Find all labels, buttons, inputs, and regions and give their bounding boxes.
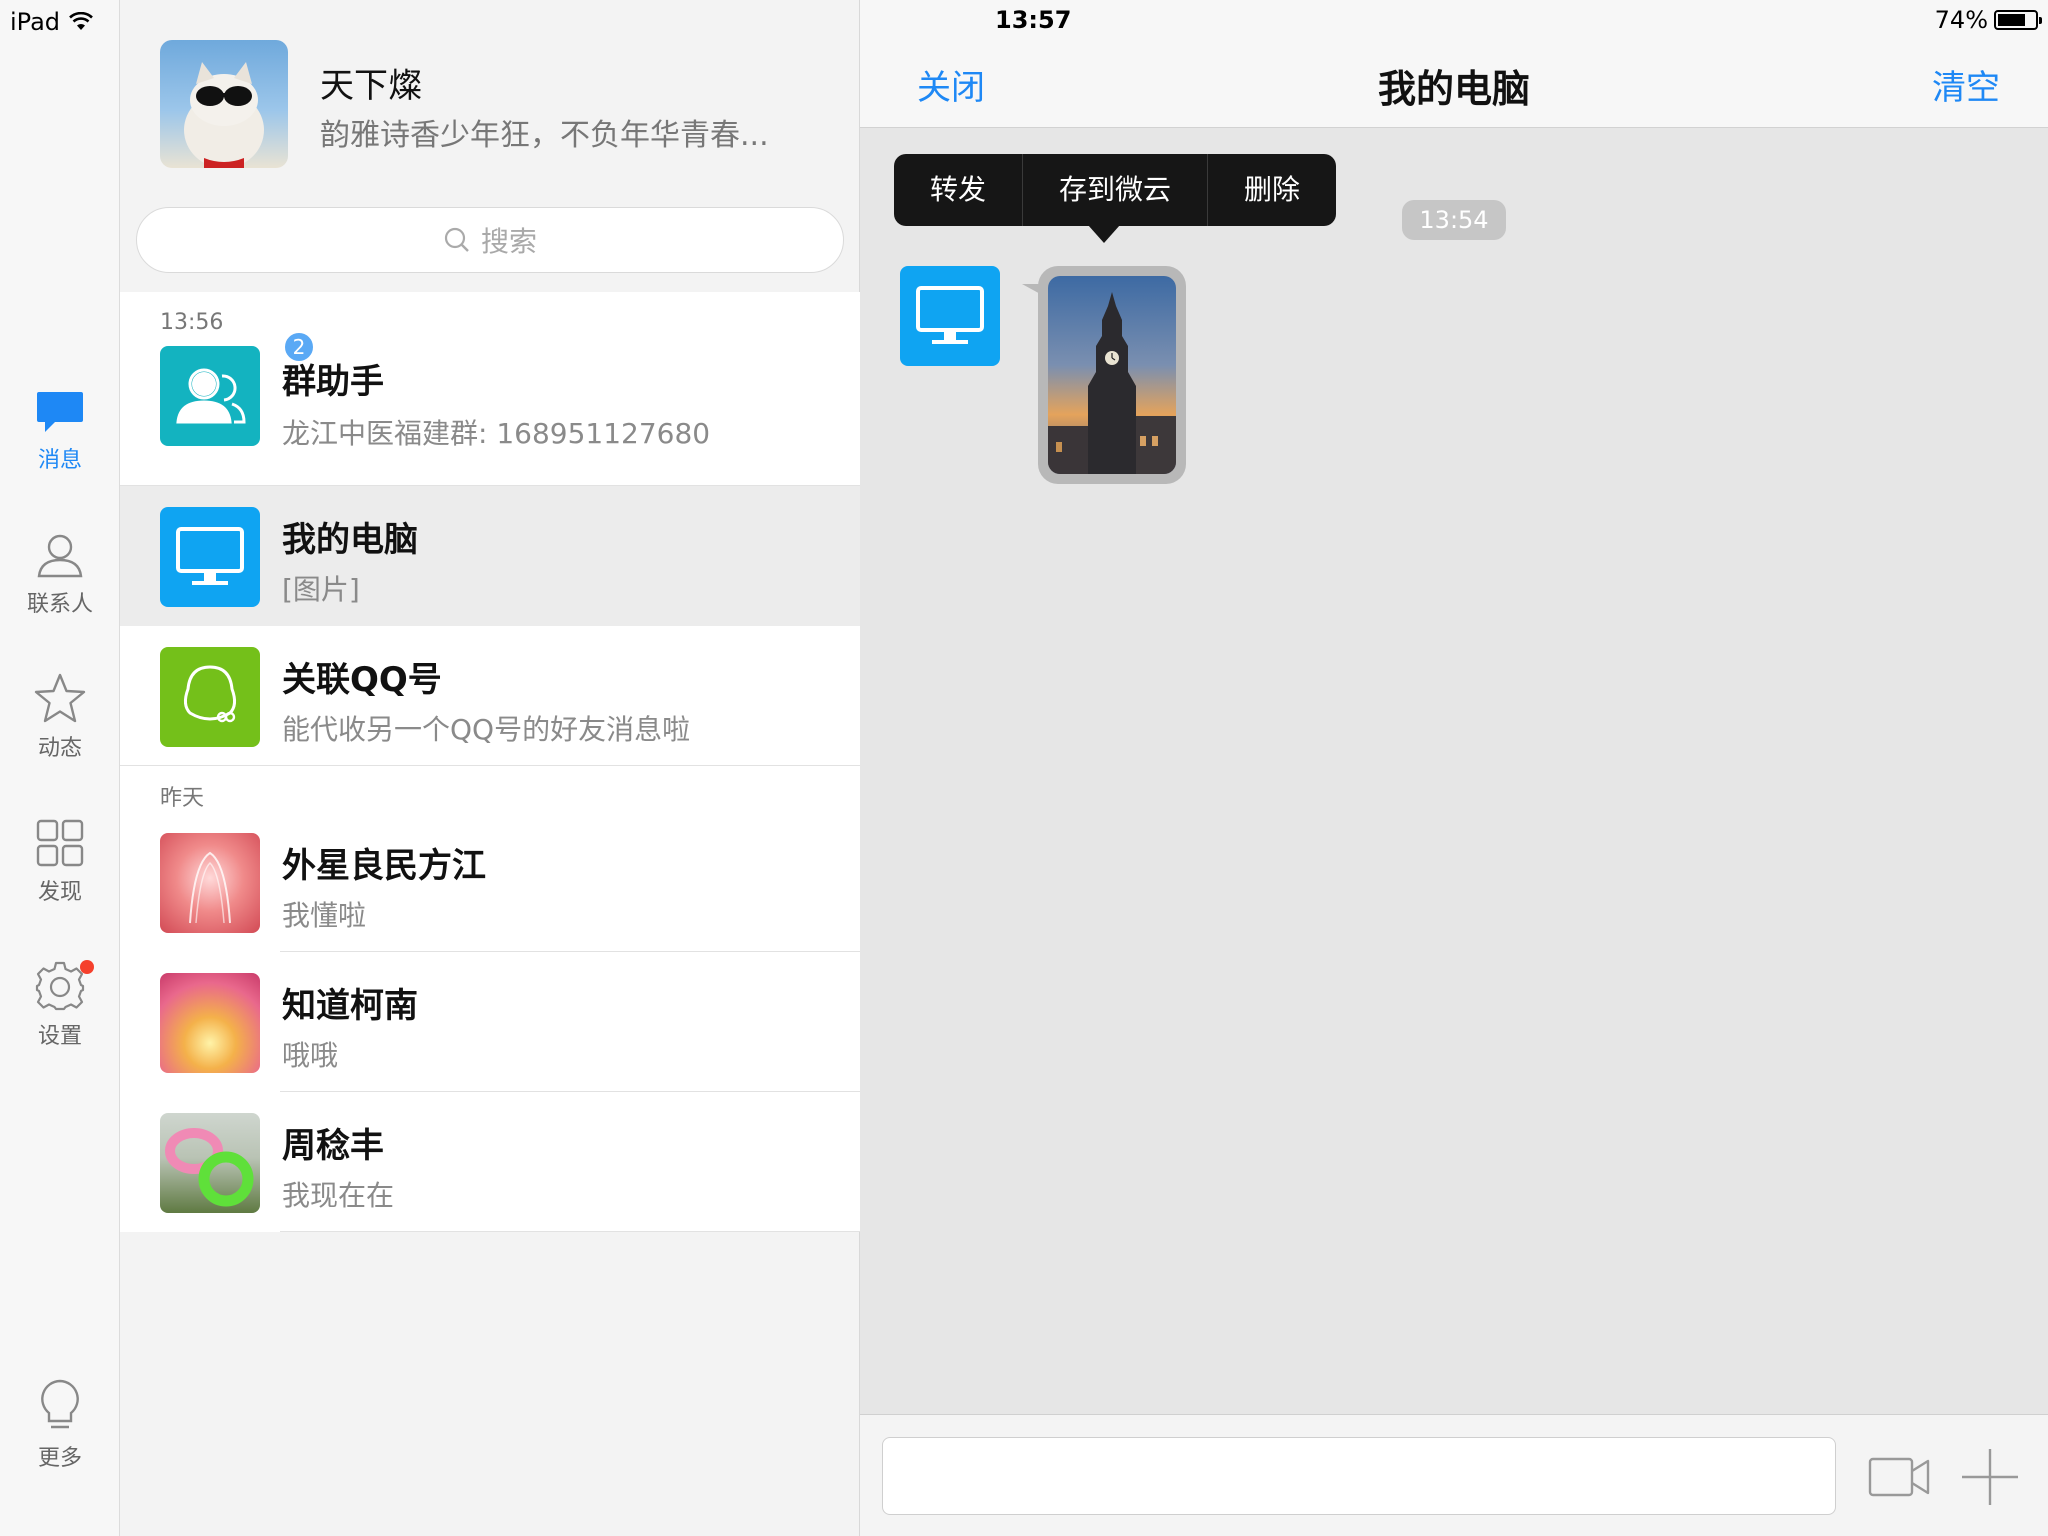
conversation-preview: 龙江中医福建群: 168951127680 — [282, 417, 711, 450]
sender-avatar[interactable] — [900, 266, 1000, 366]
chat-navigation-bar: 13:57 74% 关闭 我的电脑 清空 — [860, 0, 2048, 128]
rail-item-more[interactable]: 更多 — [0, 1378, 120, 1472]
status-battery: 74% — [1934, 6, 2042, 34]
rail-item-label: 联系人 — [26, 592, 93, 617]
conversation-name: 关联QQ号 — [282, 660, 442, 700]
status-time: 13:57 — [995, 6, 1072, 34]
conversation-item-user[interactable]: 周稔丰 我现在在 — [120, 1092, 860, 1232]
search-field[interactable]: 搜索 — [136, 207, 844, 273]
message-bubble-icon — [37, 392, 83, 432]
divider — [120, 765, 860, 766]
conversation-item-linked-qq[interactable]: 关联QQ号 能代收另一个QQ号的好友消息啦 — [120, 626, 860, 766]
battery-percent: 74% — [1934, 6, 1988, 34]
rail-item-moments[interactable]: 动态 — [0, 672, 120, 762]
linked-qq-icon — [160, 647, 260, 747]
conversation-name: 外星良民方江 — [282, 846, 486, 886]
rail-item-contacts[interactable]: 联系人 — [0, 530, 120, 618]
rail-item-label: 更多 — [37, 1446, 82, 1471]
clock-tower-photo[interactable] — [1048, 276, 1176, 474]
lightbulb-icon — [41, 1379, 79, 1429]
user-avatar-flower — [160, 973, 260, 1073]
avatar: 2 — [160, 330, 316, 446]
device-label: iPad — [10, 8, 61, 36]
message-input-bar — [860, 1414, 2048, 1536]
battery-icon — [1994, 10, 2042, 30]
wifi-icon — [69, 12, 93, 30]
section-label-today: 13:56 — [120, 292, 860, 340]
user-avatar-rings — [160, 1113, 260, 1213]
delete-menu-item[interactable]: 删除 — [1208, 154, 1336, 226]
computer-monitor-icon — [160, 507, 260, 607]
profile-name: 天下燦 — [320, 66, 422, 106]
status-bar-left: iPad — [10, 8, 94, 36]
conversation-name: 知道柯南 — [282, 986, 418, 1026]
conversation-preview: 能代收另一个QQ号的好友消息啦 — [282, 713, 691, 746]
conversation-name: 我的电脑 — [282, 520, 418, 560]
divider — [280, 1231, 860, 1232]
group-assistant-icon — [160, 346, 260, 446]
conversation-preview: 我懂啦 — [282, 899, 367, 932]
user-profile-header[interactable]: 天下燦 韵雅诗香少年狂，不负年华青春... — [160, 40, 840, 170]
clear-button[interactable]: 清空 — [1932, 60, 2000, 109]
chat-pane: 13:57 74% 关闭 我的电脑 清空 转发 存到微云 删除 13:54 — [860, 0, 2048, 1536]
profile-signature: 韵雅诗香少年狂，不负年华青春... — [320, 118, 769, 153]
message-timestamp: 13:54 — [1402, 200, 1506, 240]
notification-dot — [80, 960, 94, 974]
conversation-item-user[interactable]: 知道柯南 哦哦 — [120, 952, 860, 1092]
rail-item-label: 设置 — [37, 1024, 82, 1049]
chat-title: 我的电脑 — [1377, 67, 1530, 111]
conversation-preview: 哦哦 — [282, 1039, 339, 1072]
rail-item-label: 消息 — [37, 448, 82, 473]
rail-item-label: 发现 — [37, 880, 82, 905]
conversation-name: 周稔丰 — [282, 1126, 384, 1166]
contact-person-icon — [37, 534, 83, 578]
profile-avatar[interactable] — [160, 40, 288, 168]
gear-icon — [35, 961, 85, 1011]
rail-item-discover[interactable]: 发现 — [0, 818, 120, 906]
conversation-item-my-computer[interactable]: 我的电脑 [图片] — [120, 486, 860, 626]
video-camera-icon[interactable] — [1868, 1455, 1930, 1499]
rail-item-settings[interactable]: 设置 — [0, 960, 120, 1050]
search-placeholder: 搜索 — [480, 225, 537, 258]
rail-item-messages[interactable]: 消息 — [0, 390, 120, 474]
search-icon — [444, 227, 469, 252]
conversation-preview: 我现在在 — [282, 1179, 395, 1212]
grid-icon — [36, 819, 84, 867]
left-navigation-rail: iPad 消息 联系人 动态 发现 设置 更多 — [0, 0, 120, 1536]
user-avatar-pink — [160, 833, 260, 933]
conversation-preview: [图片] — [282, 573, 360, 606]
save-to-weiyun-menu-item[interactable]: 存到微云 — [1023, 154, 1209, 226]
computer-monitor-icon — [916, 286, 984, 344]
message-input[interactable] — [882, 1437, 1836, 1515]
plus-icon[interactable] — [1960, 1447, 2020, 1507]
conversation-list-pane: 天下燦 韵雅诗香少年狂，不负年华青春... 搜索 13:56 2 群助手 龙江中… — [120, 0, 860, 1536]
conversation-list: 13:56 2 群助手 龙江中医福建群: 168951127680 我的电脑 [… — [120, 292, 860, 1232]
rail-item-label: 动态 — [37, 736, 82, 761]
message-context-menu: 转发 存到微云 删除 — [894, 154, 1337, 226]
unread-badge: 2 — [282, 330, 316, 364]
star-icon — [34, 673, 86, 723]
forward-menu-item[interactable]: 转发 — [894, 154, 1024, 226]
cat-with-sunglasses-image — [184, 62, 264, 168]
image-message-bubble[interactable] — [1038, 266, 1186, 484]
context-menu-arrow — [1088, 225, 1120, 243]
conversation-item-user[interactable]: 外星良民方江 我懂啦 — [120, 812, 860, 952]
conversation-item-group-assistant[interactable]: 2 群助手 龙江中医福建群: 168951127680 — [120, 330, 860, 486]
section-label-yesterday: 昨天 — [120, 766, 860, 812]
